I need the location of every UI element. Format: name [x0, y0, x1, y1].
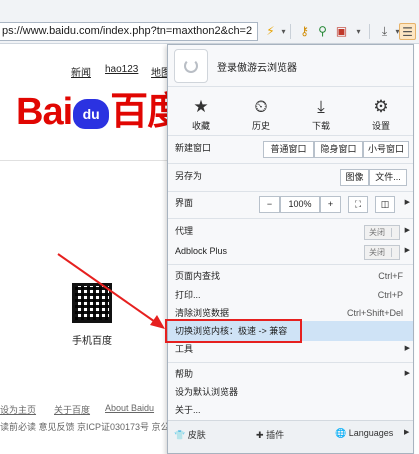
about-item[interactable]: 关于... — [168, 400, 413, 420]
footer-link-about-en[interactable]: About Baidu — [105, 403, 154, 413]
history-button[interactable]: ⏲ 历史 — [236, 97, 286, 132]
baidu-logo: Bai du 百度 — [16, 91, 185, 133]
chevron-right-icon: ▶ — [404, 429, 410, 436]
settings-label: 设置 — [371, 121, 390, 131]
downloads-button[interactable]: ⤓ 下载 — [296, 97, 346, 132]
plugins-button[interactable]: ✚ 插件 — [256, 428, 284, 441]
new-window-row: 新建窗口 普通窗口 隐身窗口 小号窗口 — [168, 138, 413, 158]
toolbar-separator — [369, 24, 370, 39]
page-divider — [0, 160, 168, 161]
chevron-right-icon: ▶ — [404, 199, 410, 206]
chevron-right-icon: ▶ — [404, 345, 410, 352]
screenshot-dropdown-icon[interactable]: ▾ — [350, 23, 367, 40]
print-shortcut: Ctrl+P — [377, 290, 403, 300]
alt-account-window-button[interactable]: 小号窗口 — [363, 141, 409, 158]
menu-divider — [168, 264, 413, 265]
settings-button[interactable]: ⚙ 设置 — [356, 97, 406, 132]
help-item[interactable]: 帮助 ▶ — [168, 364, 413, 384]
find-in-page-item[interactable]: 页面内查找 Ctrl+F — [168, 266, 413, 286]
nav-link-hao123[interactable]: hao123 — [105, 64, 138, 75]
fullscreen-icon[interactable]: ⛶ — [348, 196, 368, 213]
key-icon[interactable]: ⚷ — [296, 23, 313, 40]
screenshot-icon[interactable]: ▣ — [333, 23, 350, 40]
downloads-label: 下载 — [311, 121, 330, 131]
footer-link-about[interactable]: 关于百度 — [54, 403, 90, 416]
about-label: 关于... — [175, 405, 201, 415]
magnifier-icon[interactable]: ⚲ — [314, 23, 331, 40]
nav-link-news[interactable]: 新闻 — [71, 64, 91, 79]
login-label[interactable]: 登录傲游云浏览器 — [217, 59, 297, 74]
avatar[interactable] — [174, 49, 208, 83]
footer-link-homepage[interactable]: 设为主页 — [0, 403, 36, 416]
save-as-label: 另存为 — [175, 171, 203, 181]
split-view-icon[interactable]: ◫ — [375, 196, 395, 213]
print-item[interactable]: 打印... Ctrl+P — [168, 285, 413, 305]
address-bar[interactable]: ps://www.baidu.com/index.php?tn=maxthon2… — [0, 22, 258, 41]
adblock-label: Adblock Plus — [175, 246, 228, 256]
tools-label: 工具 — [175, 344, 194, 354]
browser-main-menu: 登录傲游云浏览器 ★ 收藏 ⏲ 历史 ⤓ 下载 ⚙ 设置 新建窗口 普通窗口 隐… — [165, 44, 414, 454]
new-window-label: 新建窗口 — [175, 143, 212, 153]
zoom-in-button[interactable]: + — [320, 196, 341, 213]
menu-divider — [168, 163, 413, 164]
tools-item[interactable]: 工具 ▶ — [168, 339, 413, 359]
footer-legal: 读前必读 意见反馈 京ICP证030173号 京公 — [0, 422, 170, 432]
globe-icon: 🌐 — [335, 428, 347, 438]
shirt-icon: 👕 — [174, 430, 186, 440]
browser-toolbar: ps://www.baidu.com/index.php?tn=maxthon2… — [0, 0, 419, 44]
proxy-label: 代理 — [175, 226, 194, 236]
view-row: 界面 − 100% + ⛶ ◫ ▶ — [168, 193, 413, 213]
clear-data-shortcut: Ctrl+Shift+Del — [346, 308, 403, 318]
set-default-label: 设为默认浏览器 — [175, 387, 239, 397]
save-image-button[interactable]: 图像 — [340, 169, 369, 186]
puzzle-icon: ✚ — [256, 430, 264, 440]
view-label: 界面 — [175, 198, 194, 208]
languages-button[interactable]: 🌐 Languages — [335, 428, 393, 439]
download-icon: ⤓ — [317, 97, 325, 116]
qr-code-image[interactable] — [72, 283, 112, 323]
menu-bottom-bar: 👕 皮肤 ✚ 插件 🌐 Languages ▶ — [168, 420, 413, 453]
gear-icon: ⚙ — [373, 97, 389, 116]
find-shortcut: Ctrl+F — [378, 271, 403, 281]
menu-divider — [168, 218, 413, 219]
menu-divider — [168, 362, 413, 363]
help-label: 帮助 — [175, 369, 194, 379]
toolbar-separator — [290, 24, 291, 39]
proxy-item[interactable]: 代理 关闭 ▶ — [168, 221, 413, 241]
normal-window-button[interactable]: 普通窗口 — [263, 141, 314, 158]
clear-data-label: 清除浏览数据 — [175, 308, 230, 318]
favorites-label: 收藏 — [191, 121, 210, 131]
clock-icon: ⏲ — [254, 97, 268, 116]
chevron-right-icon: ▶ — [404, 370, 410, 377]
history-label: 历史 — [251, 121, 270, 131]
save-as-row: 另存为 图像 文件... — [168, 166, 413, 186]
set-default-item[interactable]: 设为默认浏览器 — [168, 382, 413, 402]
qr-label: 手机百度 — [72, 336, 112, 347]
menu-icon[interactable]: ☰ — [399, 23, 416, 40]
star-icon: ★ — [193, 97, 209, 116]
incognito-window-button[interactable]: 隐身窗口 — [314, 141, 363, 158]
find-label: 页面内查找 — [175, 271, 221, 281]
zoom-out-button[interactable]: − — [259, 196, 280, 213]
chevron-right-icon: ▶ — [404, 227, 410, 234]
proxy-toggle[interactable]: 关闭 — [364, 225, 400, 240]
skin-button[interactable]: 👕 皮肤 — [174, 428, 206, 441]
zoom-level: 100% — [280, 196, 320, 213]
favorites-button[interactable]: ★ 收藏 — [176, 97, 226, 132]
chevron-right-icon: ▶ — [404, 247, 410, 254]
print-label: 打印... — [175, 290, 201, 300]
adblock-item[interactable]: Adblock Plus 关闭 ▶ — [168, 241, 413, 261]
adblock-toggle[interactable]: 关闭 — [364, 245, 400, 260]
save-file-button[interactable]: 文件... — [369, 169, 407, 186]
menu-divider — [168, 135, 413, 136]
smile-icon — [184, 59, 198, 73]
menu-divider — [168, 191, 413, 192]
login-section[interactable]: 登录傲游云浏览器 — [168, 45, 413, 87]
